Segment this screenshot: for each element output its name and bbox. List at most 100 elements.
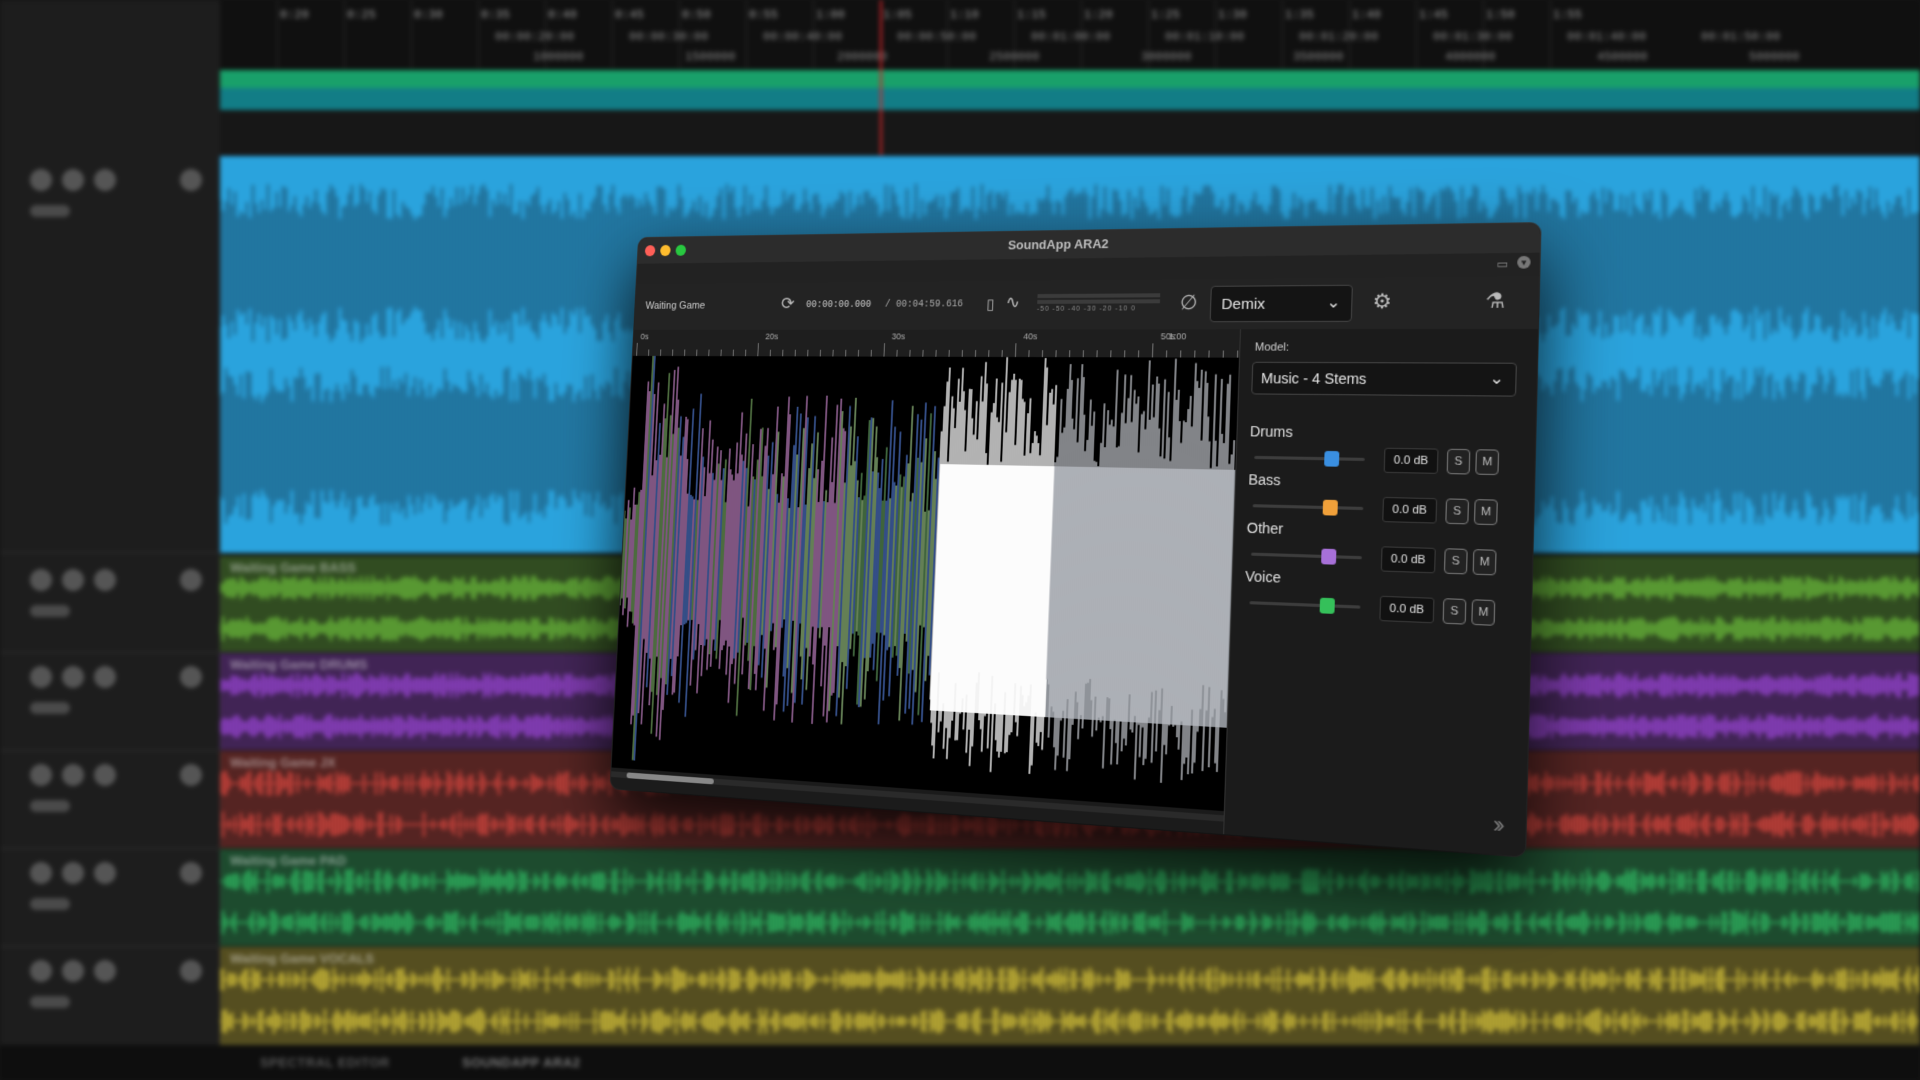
track-knob[interactable]: [94, 960, 116, 982]
track-button[interactable]: [30, 800, 70, 812]
chevron-down-icon: ⌄: [1326, 292, 1341, 313]
track-knob[interactable]: [180, 764, 202, 786]
waveform-channel: [220, 967, 1918, 993]
track-knob[interactable]: [180, 960, 202, 982]
playhead[interactable]: [880, 0, 882, 155]
ruler-tick: [1180, 350, 1181, 357]
track-lane[interactable]: Waiting Game VOCALS: [220, 946, 1920, 1046]
ruler-sample-label: 3500000: [1293, 50, 1343, 64]
scrollbar-thumb[interactable]: [626, 772, 713, 784]
stem-gain-value[interactable]: 0.0 dB: [1379, 596, 1434, 624]
track-button[interactable]: [30, 898, 70, 910]
stem-gain-slider[interactable]: [1253, 504, 1364, 510]
ruler-tick: [909, 350, 910, 357]
timeline-ruler[interactable]: 0:20 0:25 0:30 0:35 0:40 0:45 0:50 0:55 1:00 1:05…: [220, 0, 1920, 70]
window-layout-icon[interactable]: ▭: [1497, 257, 1509, 271]
stem-gain-value[interactable]: 0.0 dB: [1382, 497, 1437, 524]
waveform-display[interactable]: [612, 356, 1240, 811]
stem-gain-slider[interactable]: [1254, 456, 1365, 461]
current-time: 00:00:00.000: [806, 300, 872, 311]
track-lane[interactable]: Waiting Game PAD: [220, 848, 1920, 947]
track-knob[interactable]: [30, 960, 52, 982]
stem-gain-value[interactable]: 0.0 dB: [1384, 448, 1439, 474]
ruler-tick: [820, 350, 821, 357]
track-knob[interactable]: [62, 862, 84, 884]
track-header[interactable]: [0, 155, 220, 553]
stem-gain-slider[interactable]: [1251, 553, 1362, 560]
ruler-time-label: 0:55: [749, 8, 778, 22]
chevron-double-right-icon[interactable]: ››: [1493, 811, 1501, 840]
menu-chevron-icon[interactable]: ▾: [1517, 256, 1531, 269]
metronome-icon[interactable]: ▯: [986, 295, 995, 313]
gear-icon[interactable]: ⚙: [1372, 289, 1392, 315]
track-button[interactable]: [30, 996, 70, 1008]
track-header-panel: [0, 0, 221, 1080]
track-knob[interactable]: [30, 569, 52, 591]
tab-spectral-editor[interactable]: SPECTRAL EDITOR: [260, 1055, 390, 1070]
ruler-tick: [1002, 350, 1003, 357]
track-knob[interactable]: [30, 666, 52, 688]
track-button[interactable]: [30, 205, 70, 217]
solo-button[interactable]: S: [1443, 598, 1467, 625]
track-knob[interactable]: [180, 569, 202, 591]
ruler-label: 0s: [640, 332, 649, 341]
stem-gain-value[interactable]: 0.0 dB: [1381, 546, 1436, 573]
slider-thumb[interactable]: [1322, 500, 1337, 516]
mute-button[interactable]: M: [1471, 599, 1495, 626]
ruler-tick: [962, 350, 963, 357]
ruler-time-label: 0:30: [414, 8, 443, 22]
track-header[interactable]: [0, 652, 220, 751]
track-header[interactable]: [0, 848, 220, 947]
song-name: Waiting Game: [645, 300, 705, 311]
track-knob[interactable]: [94, 666, 116, 688]
track-knob[interactable]: [94, 764, 116, 786]
track-knob[interactable]: [30, 169, 52, 191]
track-knob[interactable]: [180, 666, 202, 688]
solo-button[interactable]: S: [1444, 548, 1468, 574]
track-header[interactable]: [0, 750, 220, 849]
mode-select[interactable]: Demix ⌄: [1210, 285, 1353, 322]
ruler-tick: [1223, 351, 1224, 358]
slider-thumb[interactable]: [1319, 598, 1334, 614]
mute-button[interactable]: M: [1475, 449, 1499, 475]
slider-thumb[interactable]: [1321, 549, 1336, 565]
loop-icon[interactable]: ⟳: [781, 294, 795, 314]
track-knob[interactable]: [62, 764, 84, 786]
mute-button[interactable]: M: [1473, 549, 1497, 575]
ruler-tick: [478, 0, 479, 68]
ruler-tick: [1416, 0, 1417, 68]
model-select[interactable]: Music - 4 Stems ⌄: [1251, 362, 1517, 397]
track-knob[interactable]: [30, 764, 52, 786]
tab-soundapp-ara2[interactable]: SOUNDAPP ARA2: [462, 1055, 580, 1070]
bottom-tab-bar: SPECTRAL EDITOR SOUNDAPP ARA2: [0, 1045, 1920, 1080]
ruler-timecode-label: 00:00:50:00: [897, 30, 976, 44]
slider-thumb[interactable]: [1324, 451, 1339, 467]
track-knob[interactable]: [94, 569, 116, 591]
ruler-tick: [757, 343, 759, 356]
solo-button[interactable]: S: [1445, 498, 1469, 524]
mute-button[interactable]: M: [1474, 499, 1498, 525]
ruler-label: 20s: [765, 332, 778, 341]
ruler-tick: [411, 0, 412, 68]
track-button[interactable]: [30, 605, 70, 617]
track-knob[interactable]: [180, 862, 202, 884]
track-knob[interactable]: [62, 960, 84, 982]
phase-invert-icon[interactable]: ∅: [1180, 290, 1198, 315]
waveform-icon[interactable]: ∿: [1005, 292, 1020, 313]
ruler-time-label: 1:45: [1419, 8, 1448, 22]
plugin-time-ruler[interactable]: 0s 20s 30s 40s 50s 1:00: [633, 329, 1240, 358]
ruler-time-label: 0:35: [481, 8, 510, 22]
track-header[interactable]: [0, 555, 220, 653]
track-button[interactable]: [30, 702, 70, 714]
track-knob[interactable]: [62, 169, 84, 191]
solo-button[interactable]: S: [1447, 449, 1471, 475]
track-knob[interactable]: [62, 569, 84, 591]
track-header[interactable]: [0, 946, 220, 1046]
track-knob[interactable]: [94, 862, 116, 884]
stem-gain-slider[interactable]: [1249, 601, 1360, 609]
track-knob[interactable]: [94, 169, 116, 191]
flask-icon[interactable]: ⚗: [1485, 288, 1505, 314]
track-knob[interactable]: [30, 862, 52, 884]
track-knob[interactable]: [180, 169, 202, 191]
track-knob[interactable]: [62, 666, 84, 688]
